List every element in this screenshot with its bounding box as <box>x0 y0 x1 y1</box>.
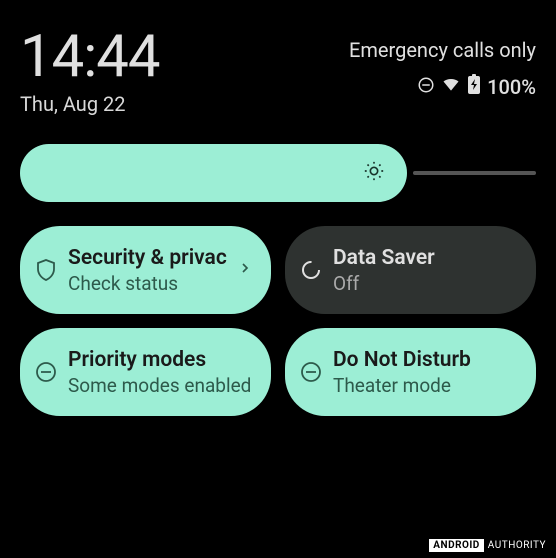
data-saver-icon <box>299 258 323 282</box>
dnd-status-icon <box>417 75 435 99</box>
tile-subtitle: Theater mode <box>333 374 518 397</box>
clock-date: Thu, Aug 22 <box>20 92 159 116</box>
shield-icon <box>34 258 58 282</box>
clock-time: 14:44 <box>20 28 159 86</box>
dnd-icon <box>34 360 58 384</box>
tile-title: Do Not Disturb <box>333 348 518 372</box>
tile-do-not-disturb[interactable]: Do Not Disturb Theater mode <box>285 328 536 416</box>
status-icons: 100% <box>417 74 536 99</box>
dnd-icon <box>299 360 323 384</box>
tile-title: Priority modes <box>68 348 253 372</box>
watermark-text: AUTHORITY <box>484 539 550 552</box>
tile-data-saver[interactable]: Data Saver Off <box>285 226 536 314</box>
battery-icon <box>467 74 481 99</box>
tile-priority-modes[interactable]: Priority modes Some modes enabled <box>20 328 271 416</box>
chevron-right-icon <box>237 260 253 280</box>
tile-subtitle: Off <box>333 272 518 295</box>
tile-title: Data Saver <box>333 246 518 270</box>
watermark: ANDROID AUTHORITY <box>429 539 550 552</box>
tile-security[interactable]: Security & privacy Check status <box>20 226 271 314</box>
watermark-brand: ANDROID <box>429 539 484 552</box>
tile-title: Security & privacy <box>68 246 227 270</box>
brightness-icon <box>363 160 385 186</box>
network-status-text: Emergency calls only <box>349 38 536 62</box>
tile-subtitle: Some modes enabled <box>68 374 253 397</box>
wifi-icon <box>441 74 461 99</box>
brightness-slider[interactable] <box>20 144 536 202</box>
battery-percent: 100% <box>487 75 536 99</box>
tile-subtitle: Check status <box>68 272 227 295</box>
